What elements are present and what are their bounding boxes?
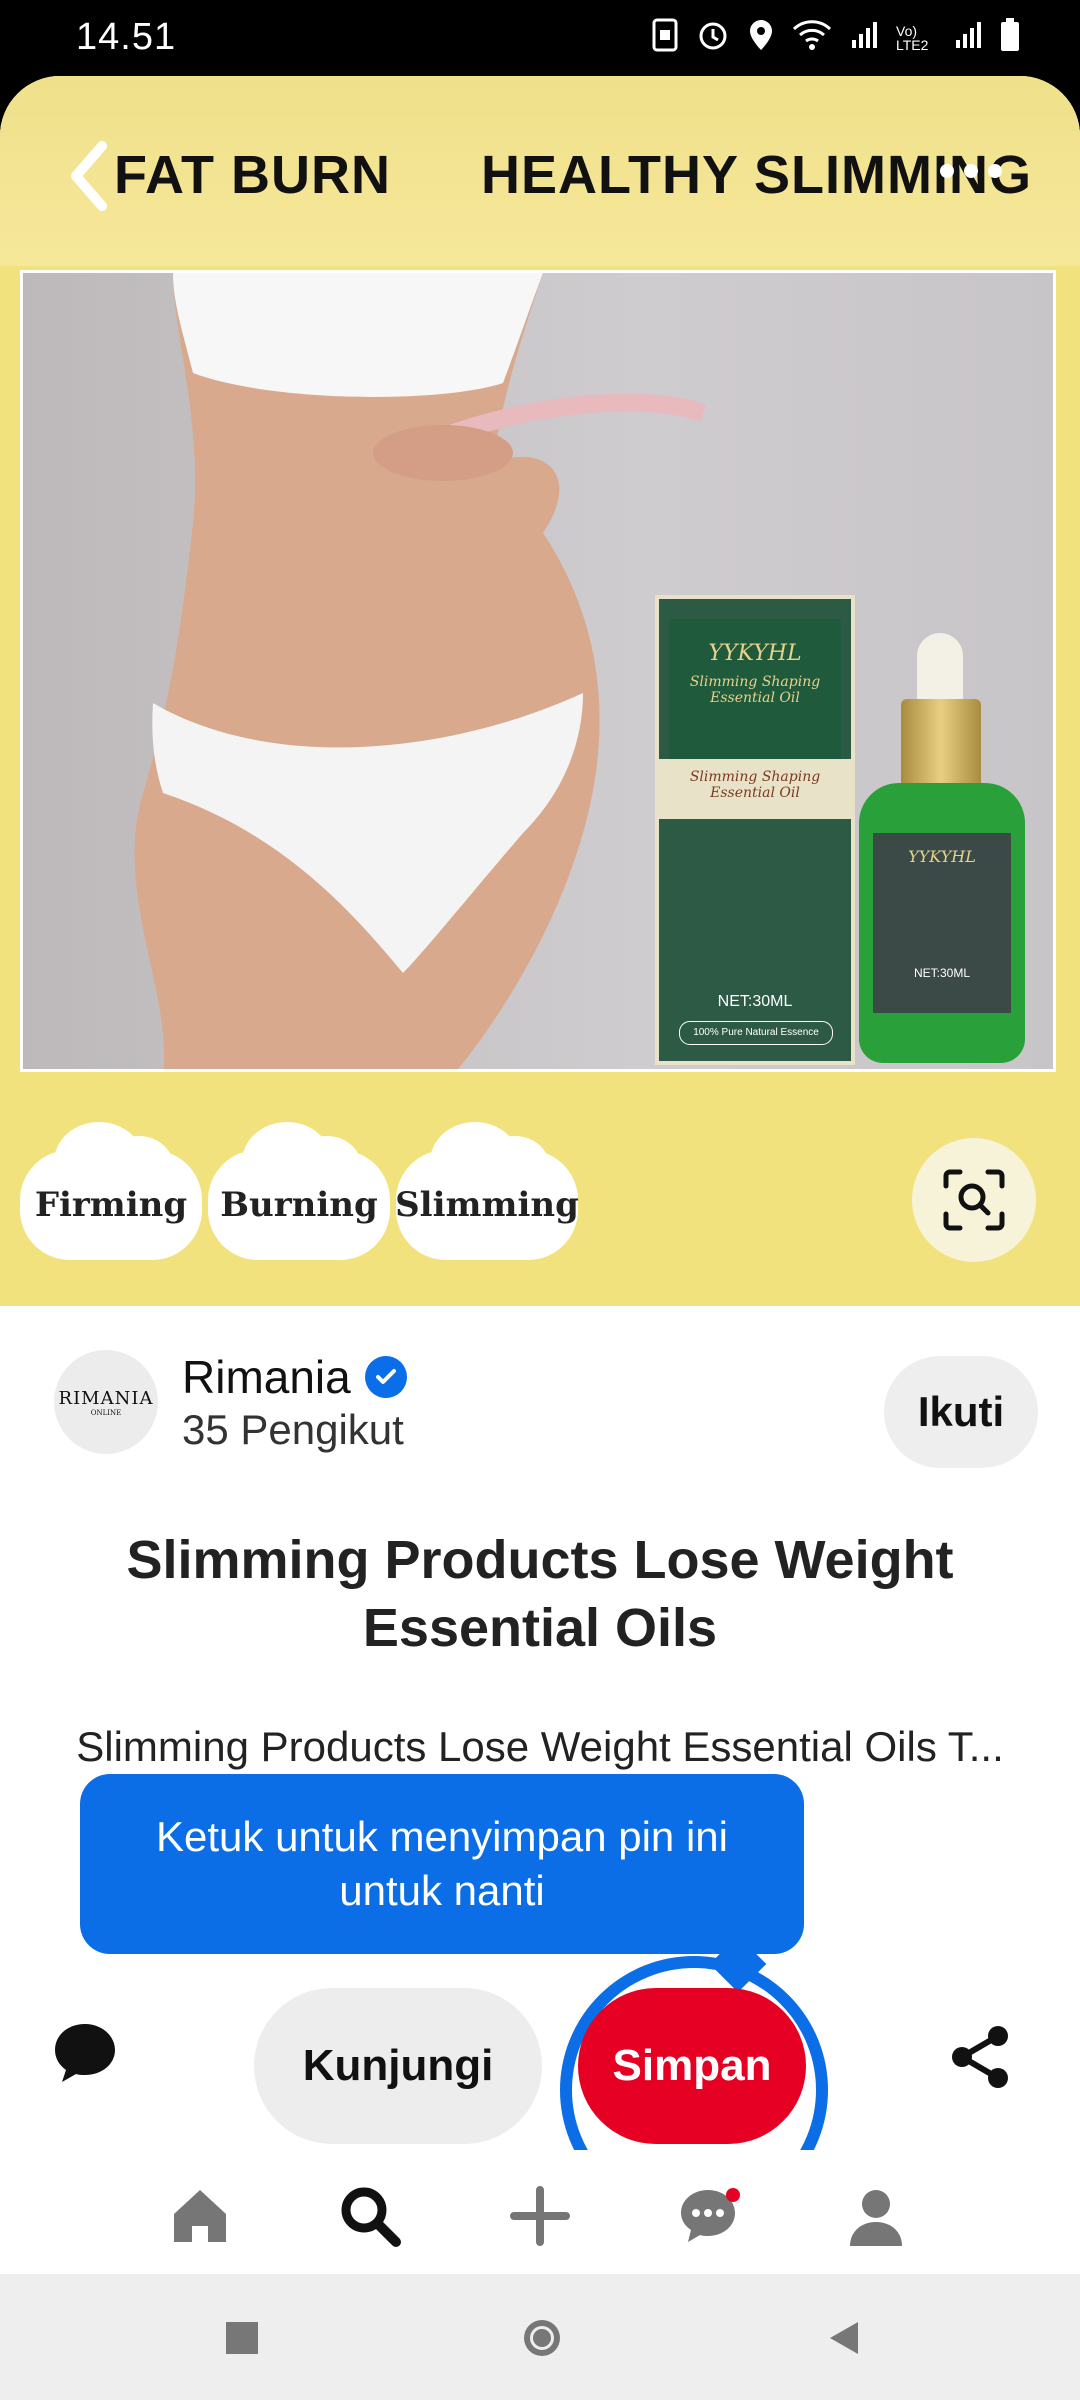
- recent-apps-button[interactable]: [220, 2316, 264, 2360]
- location-icon: [748, 18, 774, 57]
- plus-icon: [510, 2186, 570, 2246]
- box-product-name: Slimming Shaping Essential Oil: [689, 674, 821, 706]
- tag-firming: Firming: [20, 1122, 202, 1260]
- back-button[interactable]: [62, 136, 132, 216]
- search-icon: [341, 2187, 401, 2247]
- bottom-nav: [0, 2150, 1080, 2274]
- box-badge: 100% Pure Natural Essence: [679, 1021, 833, 1045]
- tag-burning: Burning: [208, 1122, 390, 1260]
- nav-profile[interactable]: [836, 2176, 916, 2256]
- creator-avatar[interactable]: RIMANIA ONLINE: [54, 1350, 158, 1454]
- home-system-button[interactable]: [520, 2316, 564, 2360]
- hero-left-text: FAT BURN: [114, 145, 391, 205]
- comment-icon: [55, 2024, 115, 2082]
- product-box: YYKYHL Slimming Shaping Essential Oil Sl…: [655, 595, 855, 1065]
- box-net: NET:30ML: [717, 993, 793, 1010]
- bottle-brand: YYKYHL: [908, 847, 976, 866]
- home-icon: [174, 2190, 226, 2242]
- tag-slimming: Slimming: [395, 1122, 579, 1260]
- box-brand: YYKYHL: [708, 641, 802, 666]
- status-icons: Vo) LTE2: [652, 18, 1020, 57]
- save-tooltip[interactable]: Ketuk untuk menyimpan pin ini untuk nant…: [80, 1774, 804, 1954]
- nav-search[interactable]: [330, 2176, 410, 2256]
- bottle-net: NET:30ML: [913, 966, 971, 980]
- nav-create[interactable]: [500, 2176, 580, 2256]
- box-label: Slimming Shaping Essential Oil: [659, 759, 851, 819]
- product-photo: YYKYHL Slimming Shaping Essential Oil Sl…: [20, 270, 1056, 1072]
- nav-messages[interactable]: [668, 2176, 748, 2256]
- circle-icon: [524, 2320, 560, 2356]
- share-button[interactable]: [946, 2022, 1016, 2092]
- notification-dot: [726, 2188, 740, 2202]
- system-nav-bar: [0, 2274, 1080, 2400]
- creator-row: RIMANIA ONLINE Rimania 35 Pengikut Ikuti: [0, 1306, 1080, 1476]
- chevron-left-icon: [71, 141, 107, 211]
- sim-manager-icon: [652, 18, 678, 57]
- nav-home[interactable]: [160, 2176, 240, 2256]
- wifi-icon: [792, 19, 832, 56]
- back-system-button[interactable]: [822, 2316, 866, 2360]
- profile-icon: [850, 2190, 902, 2246]
- pin-image[interactable]: FAT BURN HEALTHY SLIMMING YYKYHL Slimmin…: [0, 76, 1080, 1306]
- signal-icon-2: [954, 20, 982, 55]
- creator-name[interactable]: Rimania: [182, 1350, 407, 1404]
- follow-button[interactable]: Ikuti: [884, 1356, 1038, 1468]
- more-options-button[interactable]: [940, 164, 1002, 178]
- pin-card: FAT BURN HEALTHY SLIMMING YYKYHL Slimmin…: [0, 76, 1080, 2150]
- status-time: 14.51: [76, 16, 177, 58]
- dot-icon: [964, 164, 978, 178]
- triangle-back-icon: [830, 2322, 858, 2354]
- save-button[interactable]: Simpan: [578, 1988, 806, 2144]
- visit-button[interactable]: Kunjungi: [254, 1988, 542, 2144]
- battery-icon: [1000, 18, 1020, 57]
- share-icon: [952, 2026, 1008, 2088]
- square-icon: [226, 2322, 258, 2354]
- lens-search-icon: [943, 1169, 1005, 1231]
- visual-search-button[interactable]: [912, 1138, 1036, 1262]
- dot-icon: [940, 164, 954, 178]
- follower-count: 35 Pengikut: [182, 1406, 404, 1453]
- verified-icon: [364, 1356, 407, 1398]
- signal-icon-1: [850, 20, 878, 55]
- product-bottle: YYKYHL NET:30ML: [857, 633, 1027, 1063]
- dot-icon: [988, 164, 1002, 178]
- pin-title: Slimming Products Lose Weight Essential …: [126, 1530, 954, 1658]
- alarm-icon: [696, 18, 730, 57]
- status-bar: 14.51 Vo) LTE2: [0, 0, 1080, 76]
- network-label: Vo) LTE2: [896, 22, 929, 53]
- comment-button[interactable]: [50, 2018, 120, 2088]
